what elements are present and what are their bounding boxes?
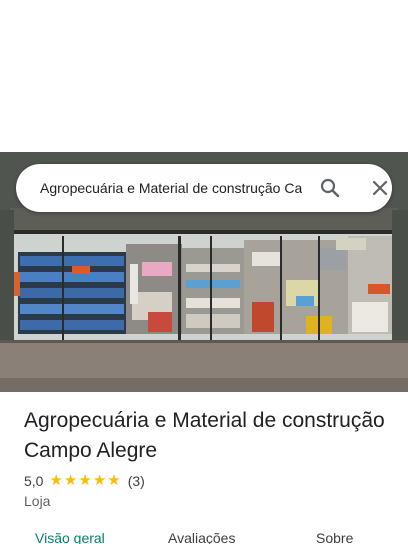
star-icon: ★ (63, 472, 78, 489)
place-tabs: Visão geral Avaliações Sobre (0, 530, 408, 544)
tab-sobre[interactable]: Sobre (316, 530, 353, 544)
star-icon: ★ (78, 472, 92, 489)
search-bar[interactable]: Agropecuária e Material de construção Ca… (16, 164, 392, 212)
search-icon[interactable] (318, 176, 342, 200)
place-category: Loja (24, 493, 51, 509)
place-title: Agropecuária e Material de construção Ca… (24, 409, 385, 462)
rating-stars: ★ ★ ★ ★ ★ (49, 472, 121, 490)
close-icon[interactable] (368, 176, 392, 200)
map-area-blank (0, 0, 408, 152)
tab-avaliacoes[interactable]: Avaliações (168, 530, 235, 544)
star-icon: ★ (49, 472, 63, 489)
rating-value: 5,0 (24, 473, 44, 489)
star-icon: ★ (107, 472, 121, 489)
search-input[interactable]: Agropecuária e Material de construção Ca… (40, 164, 302, 212)
rating-row[interactable]: 5,0 ★ ★ ★ ★ ★ (3) (24, 472, 145, 490)
star-icon: ★ (92, 472, 107, 489)
tab-visao-geral[interactable]: Visão geral (35, 530, 105, 544)
review-count[interactable]: (3) (128, 473, 145, 489)
